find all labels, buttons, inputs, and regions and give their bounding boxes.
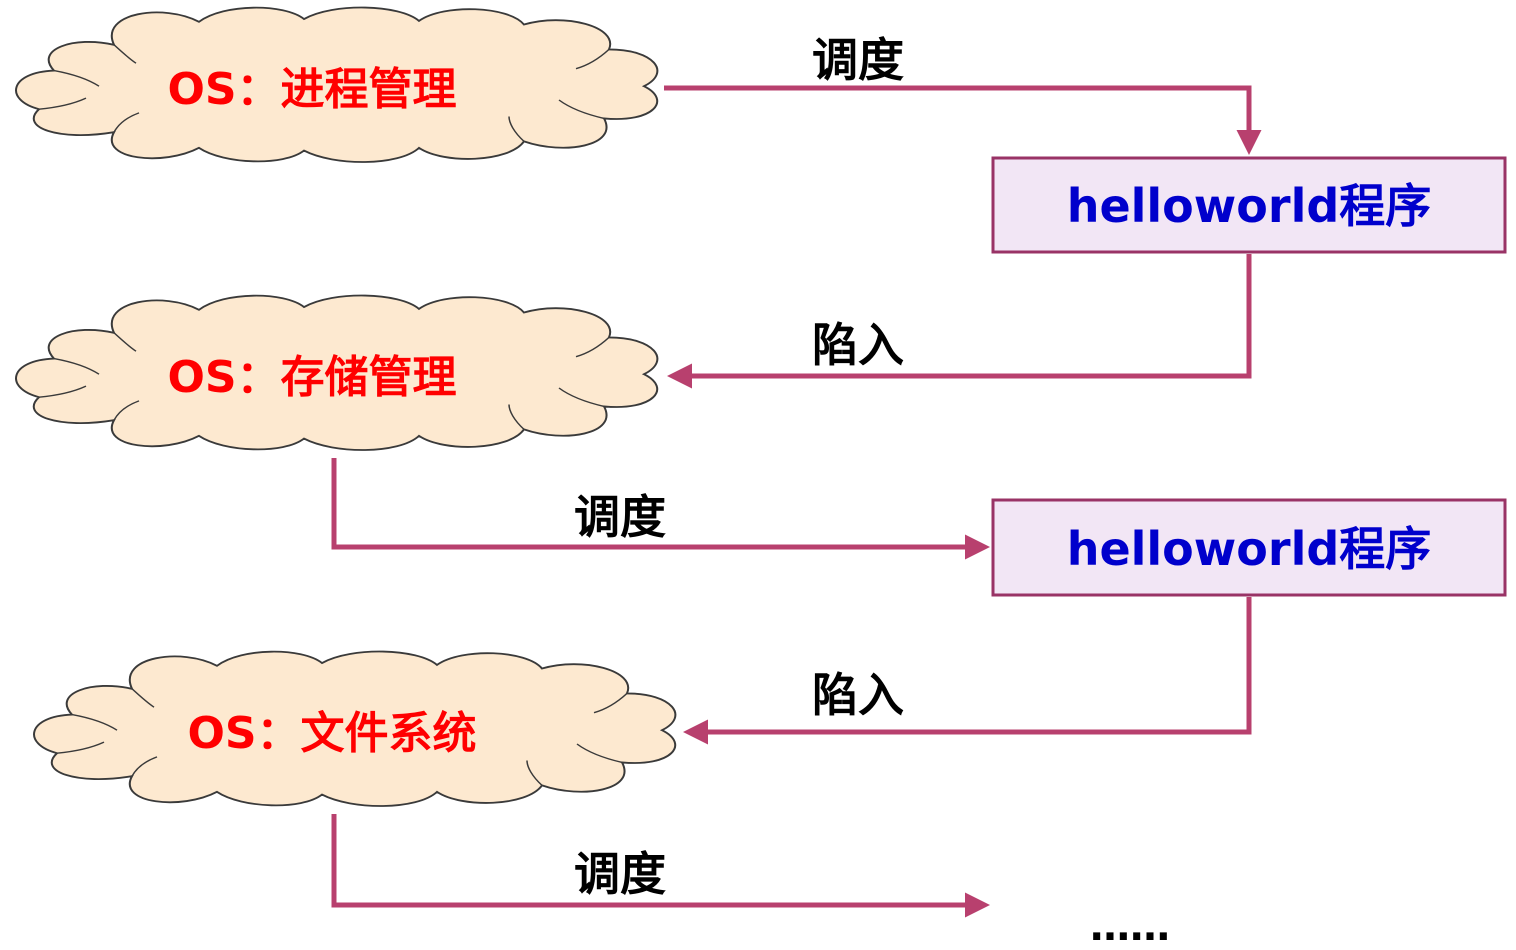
trap-label-1: 陷入: [812, 318, 904, 372]
schedule-label-2: 调度: [574, 490, 666, 544]
schedule-label-1: 调度: [812, 33, 904, 87]
process-flow-diagram: OS：进程管理 OS：存储管理 OS：文件系统 helloworld程序 hel…: [15, 6, 1507, 950]
helloworld-program-label-2: helloworld程序: [1067, 522, 1432, 576]
trap-arrow-1: [667, 254, 1252, 389]
os-process-management-label: OS：进程管理: [167, 64, 456, 115]
continuation-ellipsis: ……: [1090, 904, 1170, 950]
schedule-label-3: 调度: [574, 847, 666, 901]
trap-arrow-2: [683, 597, 1252, 745]
helloworld-program-label-1: helloworld程序: [1067, 179, 1432, 233]
os-file-system-label: OS：文件系统: [187, 708, 476, 759]
os-memory-management-label: OS：存储管理: [167, 352, 456, 403]
trap-label-2: 陷入: [812, 668, 904, 722]
schedule-arrow-1: [664, 85, 1262, 155]
